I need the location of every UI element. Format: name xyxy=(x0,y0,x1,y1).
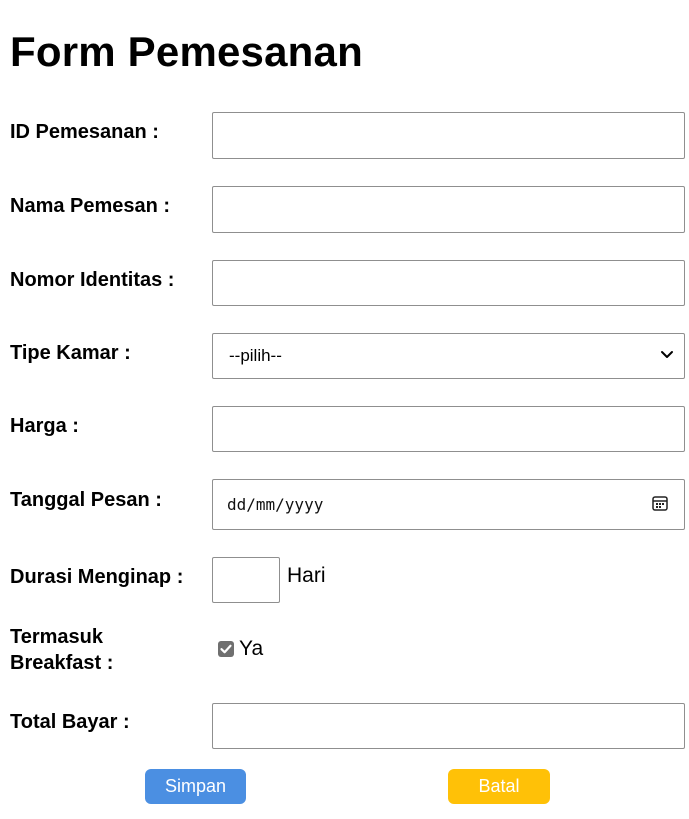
tanggal-pesan-label: Tanggal Pesan : xyxy=(10,489,162,511)
simpan-button[interactable]: Simpan xyxy=(145,769,246,804)
nomor-identitas-label: Nomor Identitas : xyxy=(10,269,175,291)
page-title: Form Pemesanan xyxy=(10,28,363,75)
breakfast-option-label[interactable]: Ya xyxy=(239,636,263,662)
total-bayar-input[interactable] xyxy=(212,703,685,749)
harga-input[interactable] xyxy=(212,406,685,452)
id-pemesanan-input[interactable] xyxy=(212,112,685,159)
breakfast-checkbox[interactable] xyxy=(218,641,234,657)
tipe-kamar-label: Tipe Kamar : xyxy=(10,342,131,364)
nomor-identitas-input[interactable] xyxy=(212,260,685,306)
id-pemesanan-label: ID Pemesanan : xyxy=(10,121,159,143)
durasi-menginap-label: Durasi Menginap : xyxy=(10,566,184,588)
tanggal-pesan-input[interactable]: dd/mm/yyyy xyxy=(212,479,685,530)
breakfast-label: Termasuk Breakfast : xyxy=(10,624,113,676)
check-icon xyxy=(220,644,232,654)
date-placeholder: dd/mm/yyyy xyxy=(227,495,324,514)
durasi-unit-label: Hari xyxy=(287,564,326,587)
nama-pemesan-label: Nama Pemesan : xyxy=(10,195,171,217)
breakfast-label-line1: Termasuk xyxy=(10,626,104,648)
durasi-menginap-input[interactable] xyxy=(212,557,280,603)
chevron-down-icon xyxy=(660,346,674,366)
tipe-kamar-selected-value: --pilih-- xyxy=(229,346,282,365)
total-bayar-label: Total Bayar : xyxy=(10,711,130,733)
tipe-kamar-select[interactable]: --pilih-- xyxy=(212,333,685,379)
harga-label: Harga : xyxy=(10,415,79,437)
nama-pemesan-input[interactable] xyxy=(212,186,685,233)
breakfast-label-line2: Breakfast : xyxy=(10,652,114,674)
calendar-icon[interactable] xyxy=(651,494,669,516)
batal-button[interactable]: Batal xyxy=(448,769,550,804)
